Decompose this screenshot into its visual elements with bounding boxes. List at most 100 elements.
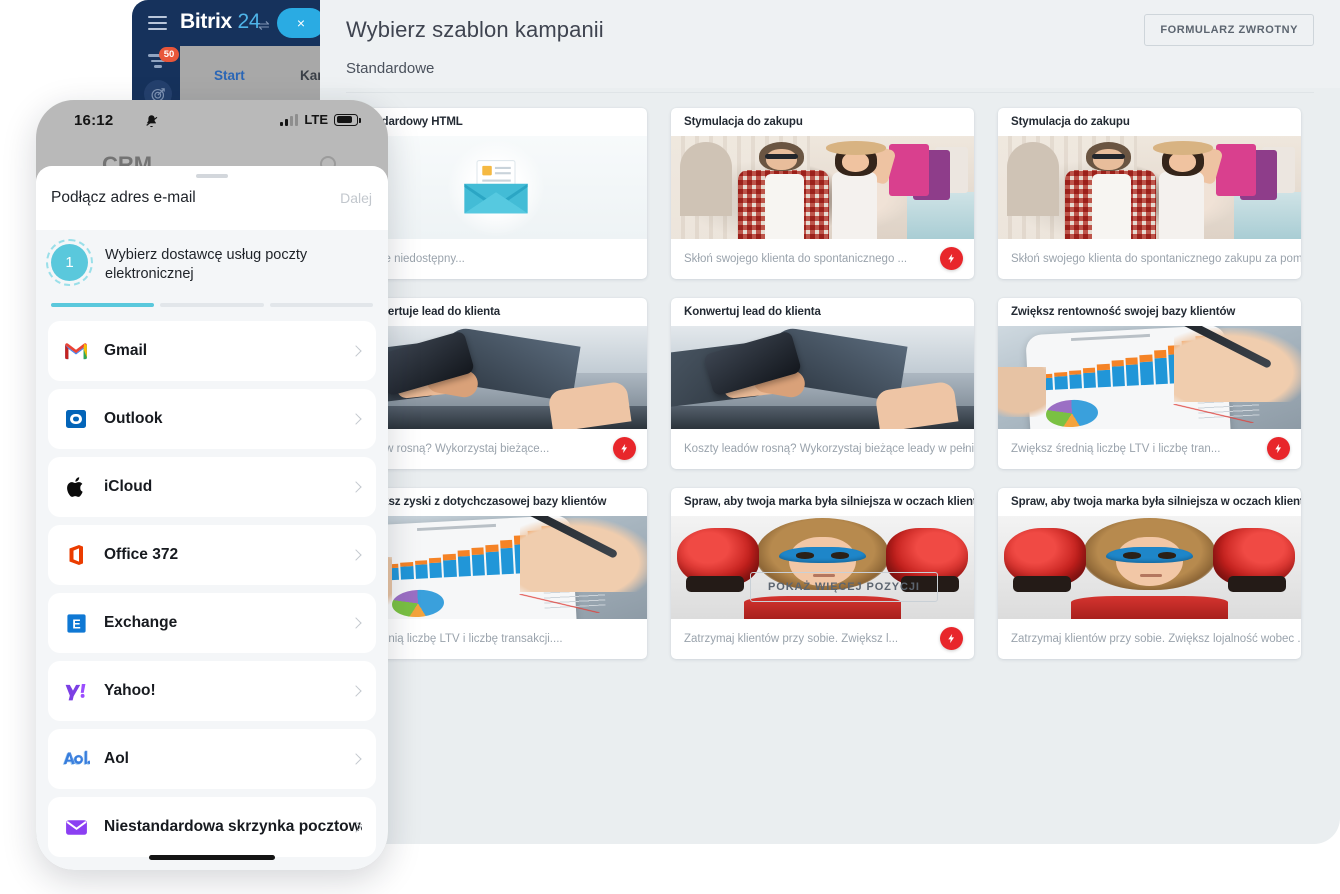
step-indicator-row: 1 Wybierz dostawcę usług poczty elektron… bbox=[46, 239, 373, 286]
automation-bolt-icon[interactable] bbox=[940, 247, 963, 270]
exchange-icon: E bbox=[62, 609, 90, 637]
feedback-form-button[interactable]: FORMULARZ ZWROTNY bbox=[1144, 14, 1314, 46]
battery-icon bbox=[334, 113, 361, 126]
photo-boxing-kid bbox=[671, 516, 974, 619]
swap-icon[interactable]: ⇌ bbox=[258, 17, 270, 34]
provider-item-exchange[interactable]: E Exchange bbox=[48, 593, 376, 653]
svg-text:E: E bbox=[72, 617, 80, 631]
photo-business-chart bbox=[998, 326, 1301, 429]
network-type: LTE bbox=[304, 112, 328, 127]
template-card-description: leadów rosną? Wykorzystaj bieżące... bbox=[357, 443, 550, 455]
provider-label: Niestandardowa skrzynka pocztowa bbox=[104, 818, 362, 835]
envelope-illustration bbox=[344, 136, 647, 239]
photo-shoppers bbox=[671, 136, 974, 239]
template-card-description: Zwiększ średnią liczbę LTV i liczbę tran… bbox=[1011, 443, 1221, 455]
provider-item-niestandardowa-skrzynka-pocztowa[interactable]: Niestandardowa skrzynka pocztowa bbox=[48, 797, 376, 857]
template-card-description: Zatrzymaj klientów przy sobie. Zwiększ l… bbox=[1011, 633, 1301, 645]
template-card-title: Spraw, aby twoja marka była silniejsza w… bbox=[1011, 496, 1301, 508]
home-indicator[interactable] bbox=[149, 855, 275, 860]
apple-icon bbox=[62, 473, 90, 501]
template-card-media bbox=[998, 516, 1301, 619]
automation-bolt-icon[interactable] bbox=[613, 437, 636, 460]
template-card-media bbox=[998, 136, 1301, 239]
provider-label: Outlook bbox=[104, 410, 163, 427]
automation-bolt-icon[interactable] bbox=[1267, 437, 1290, 460]
header-divider bbox=[346, 92, 1314, 93]
provider-label: iCloud bbox=[104, 478, 153, 495]
provider-item-aol[interactable]: Aol bbox=[48, 729, 376, 789]
bell-muted-icon bbox=[144, 114, 159, 129]
photo-boxing-kid bbox=[998, 516, 1301, 619]
template-card-description: z średnią liczbę LTV i liczbę transakcji… bbox=[357, 633, 563, 645]
chevron-right-icon bbox=[350, 549, 362, 561]
template-card-title: Standardowy HTML bbox=[357, 116, 463, 128]
chevron-right-icon bbox=[350, 753, 362, 765]
sheet-title: Podłącz adres e-mail bbox=[51, 189, 196, 206]
chevron-right-icon bbox=[350, 481, 362, 493]
template-card[interactable]: Konwertuje lead do klienta leadów rosną? … bbox=[344, 298, 647, 469]
progress-segment bbox=[269, 303, 373, 307]
template-card[interactable]: Stymulacja do zakupu Skłoń swojego klient… bbox=[998, 108, 1301, 279]
template-card-description: Zatrzymaj klientów przy sobie. Zwiększ l… bbox=[684, 633, 899, 645]
template-card-description: Skłoń swojego klienta do spontanicznego … bbox=[1011, 253, 1301, 265]
show-more-button[interactable]: POKAŻ WIĘCEJ POZYCJI bbox=[750, 572, 938, 602]
phone-status-bar: 16:12 LTE bbox=[36, 100, 388, 144]
mail-icon bbox=[62, 813, 90, 841]
template-card-title: Zwiększ rentowność swojej bazy klientów bbox=[1011, 306, 1236, 318]
template-card-description: Koszty leadów rosną? Wykorzystaj bieżące… bbox=[684, 443, 974, 455]
provider-item-office-372[interactable]: Office 372 bbox=[48, 525, 376, 585]
chevron-right-icon bbox=[350, 413, 362, 425]
photo-handshake bbox=[344, 326, 647, 429]
template-card-title: Konwertuje lead do klienta bbox=[357, 306, 501, 318]
template-card-description: będzie niedostępny... bbox=[357, 253, 465, 265]
sheet-drag-handle[interactable] bbox=[196, 174, 228, 178]
status-indicators: LTE bbox=[280, 112, 361, 127]
connect-email-sheet: Podłącz adres e-mail Dalej 1 Wybierz dos… bbox=[36, 166, 388, 870]
gmail-icon bbox=[62, 337, 90, 365]
provider-label: Aol bbox=[104, 750, 129, 767]
step-title: Wybierz dostawcę usług poczty elektronic… bbox=[105, 247, 308, 283]
template-card-media bbox=[344, 136, 647, 239]
close-button[interactable]: × bbox=[277, 8, 325, 38]
section-label-standard: Standardowe bbox=[346, 60, 435, 77]
hamburger-menu-icon[interactable] bbox=[148, 16, 167, 30]
template-card-title: Zwiększ zyski z dotychczasowej bazy klie… bbox=[357, 496, 607, 508]
status-time: 16:12 bbox=[74, 112, 114, 129]
template-card[interactable]: Standardowy HTML będzie niedostępny... bbox=[344, 108, 647, 279]
template-card-media bbox=[998, 326, 1301, 429]
provider-label: Gmail bbox=[104, 342, 148, 359]
screenshot-root: Bitrix 24 ⇌ × 50 Start Kampani Wybierz s… bbox=[0, 0, 1340, 894]
chevron-right-icon bbox=[350, 345, 362, 357]
template-card-media bbox=[671, 326, 974, 429]
tab-start[interactable]: Start bbox=[208, 68, 264, 103]
progress-segment bbox=[51, 303, 155, 307]
provider-item-outlook[interactable]: Outlook bbox=[48, 389, 376, 449]
template-card-description: Skłoń swojego klienta do spontanicznego … bbox=[684, 253, 908, 265]
template-card[interactable]: Zwiększ rentowność swojej bazy klientów Z… bbox=[998, 298, 1301, 469]
provider-label: Office 372 bbox=[104, 546, 179, 563]
progress-bar bbox=[51, 303, 373, 307]
photo-handshake bbox=[671, 326, 974, 429]
next-button[interactable]: Dalej bbox=[340, 190, 372, 206]
provider-label: Yahoo! bbox=[104, 682, 156, 699]
template-card-title: Konwertuj lead do klienta bbox=[684, 306, 821, 318]
provider-item-icloud[interactable]: iCloud bbox=[48, 457, 376, 517]
automation-bolt-icon[interactable] bbox=[940, 627, 963, 650]
template-card[interactable]: Spraw, aby twoja marka była silniejsza w… bbox=[998, 488, 1301, 659]
email-provider-list: Gmail Outlook iCloud Office 372 E Exchange Yah… bbox=[48, 321, 376, 865]
provider-item-yahoo[interactable]: Yahoo! bbox=[48, 661, 376, 721]
chevron-right-icon bbox=[350, 617, 362, 629]
panel-header: Wybierz szablon kampanii FORMULARZ ZWROT… bbox=[320, 0, 1340, 88]
template-card[interactable]: Stymulacja do zakupu Skłoń swojego klient… bbox=[671, 108, 974, 279]
bitrix-logo: Bitrix 24 bbox=[180, 10, 261, 34]
provider-item-gmail[interactable]: Gmail bbox=[48, 321, 376, 381]
outlook-icon bbox=[62, 405, 90, 433]
bitrix-logo-name: Bitrix bbox=[180, 10, 232, 33]
template-card[interactable]: Konwertuj lead do klienta Koszty leadów r… bbox=[671, 298, 974, 469]
yahoo-icon bbox=[62, 677, 90, 705]
template-card[interactable]: Zwiększ zyski z dotychczasowej bazy klie… bbox=[344, 488, 647, 659]
filter-count-badge: 50 bbox=[159, 47, 179, 62]
photo-shoppers bbox=[998, 136, 1301, 239]
photo-business-chart bbox=[344, 516, 647, 619]
sheet-header: Podłącz adres e-mail Dalej bbox=[36, 166, 388, 230]
